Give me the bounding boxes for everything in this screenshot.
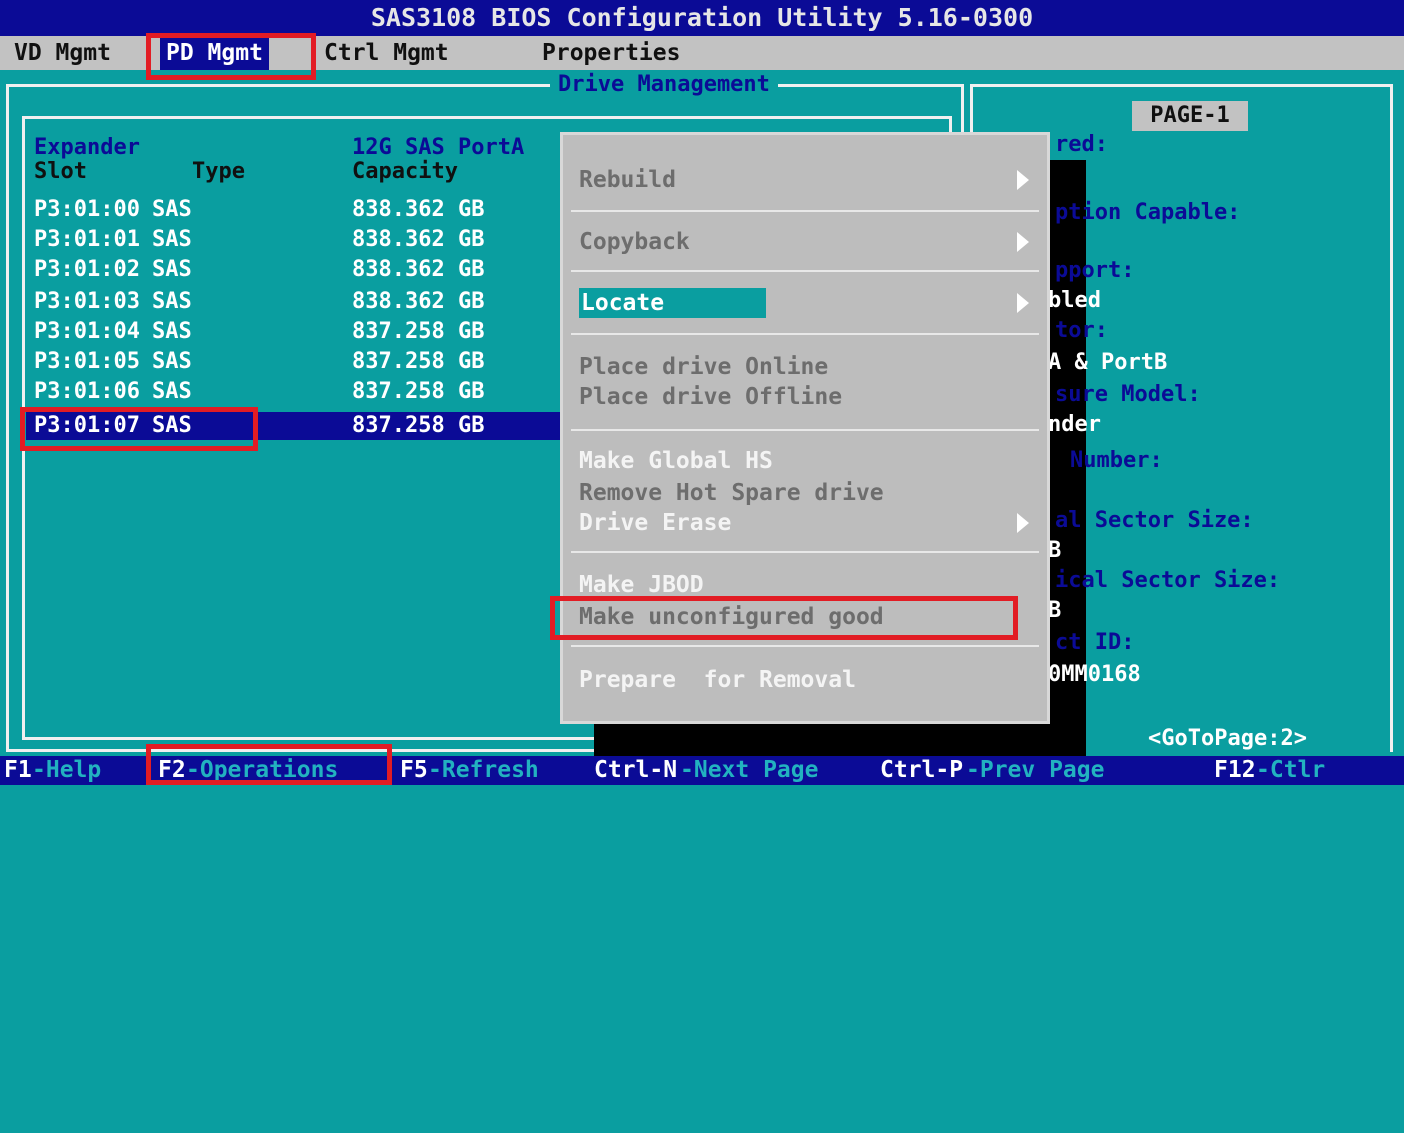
goto-page-link[interactable]: <GoToPage:2>	[1148, 724, 1307, 754]
panel-border-left	[6, 84, 9, 752]
menu-separator	[571, 551, 1039, 553]
drive-slot: P3:01:05	[34, 349, 140, 374]
menu-item-make-global-hs[interactable]: Make Global HS	[579, 446, 773, 476]
drive-type: SAS	[152, 319, 192, 344]
table-row[interactable]: P3:01:04 SAS 837.258 GB	[34, 320, 574, 344]
drive-slot: P3:01:06	[34, 379, 140, 404]
drive-slot: P3:01:00	[34, 197, 140, 222]
expander-label: Expander	[34, 135, 140, 160]
drive-slot: P3:01:03	[34, 289, 140, 314]
menu-properties[interactable]: Properties	[542, 36, 680, 70]
detail-line: al Sector Size:	[1055, 508, 1254, 533]
panel-title: Drive Management	[550, 70, 778, 100]
menu-item-drive-erase[interactable]: Drive Erase	[579, 508, 731, 538]
highlight-selected-drive	[20, 407, 258, 451]
detail-value: bled	[1048, 288, 1101, 313]
port-label: 12G SAS PortA	[352, 135, 525, 160]
window-title: SAS3108 BIOS Configuration Utility 5.16-…	[0, 0, 1404, 36]
highlight-f2-operations	[146, 744, 392, 785]
detail-line: pport:	[1055, 258, 1135, 283]
drive-capacity: 838.362 GB	[352, 257, 485, 282]
menu-separator	[571, 210, 1039, 212]
table-row[interactable]: P3:01:02 SAS 838.362 GB	[34, 258, 574, 282]
menu-item-copyback[interactable]: Copyback	[579, 227, 690, 257]
submenu-arrow-icon	[1017, 513, 1029, 533]
key-f5-desc: -Refresh	[428, 757, 539, 783]
right-panel-border-top	[970, 84, 1390, 87]
key-f12: F12	[1214, 757, 1256, 783]
drive-slot: P3:01:04	[34, 319, 140, 344]
submenu-arrow-icon	[1017, 293, 1029, 313]
detail-line: sure Model:	[1055, 382, 1201, 407]
col-capacity: Capacity	[352, 159, 458, 184]
drive-type: SAS	[152, 379, 192, 404]
right-panel-border-right	[1390, 84, 1393, 752]
detail-value: A & PortB	[1048, 350, 1168, 375]
detail-line: Number:	[1070, 448, 1163, 473]
menu-item-place-online[interactable]: Place drive Online	[579, 352, 828, 382]
menu-separator	[571, 645, 1039, 647]
list-border-top	[22, 116, 952, 119]
menu-item-prepare-removal[interactable]: Prepare for Removal	[579, 665, 856, 695]
table-row[interactable]: P3:01:05 SAS 837.258 GB	[34, 350, 574, 374]
key-ctrl-n: Ctrl-N	[594, 757, 678, 783]
key-f12-desc: -Ctlr	[1256, 757, 1326, 783]
key-ctrl-p: Ctrl-P	[880, 757, 964, 783]
detail-line: red:	[1055, 132, 1108, 157]
table-row[interactable]: P3:01:00 SAS 838.362 GB	[34, 198, 574, 222]
menu-item-place-offline[interactable]: Place drive Offline	[579, 382, 842, 412]
detail-line: ct ID:	[1055, 630, 1135, 655]
key-f1-desc: -Help	[32, 757, 102, 783]
key-ctrl-p-desc: -Prev Page	[966, 757, 1105, 783]
highlight-make-unconfigured-good	[550, 596, 1018, 640]
key-f5: F5	[400, 757, 428, 783]
drive-slot: P3:01:02	[34, 257, 140, 282]
key-ctrl-n-desc: -Next Page	[680, 757, 819, 783]
detail-line: ption Capable:	[1055, 200, 1241, 225]
drive-type: SAS	[152, 349, 192, 374]
drive-capacity: 838.362 GB	[352, 197, 485, 222]
submenu-arrow-icon	[1017, 170, 1029, 190]
table-row[interactable]: P3:01:01 SAS 838.362 GB	[34, 228, 574, 252]
col-slot: Slot	[34, 159, 87, 184]
key-f1: F1	[4, 757, 32, 783]
detail-line: tor:	[1055, 318, 1108, 343]
col-type: Type	[192, 159, 245, 184]
submenu-arrow-icon	[1017, 232, 1029, 252]
table-row[interactable]: P3:01:03 SAS 838.362 GB	[34, 290, 574, 314]
detail-line: ical Sector Size:	[1055, 568, 1281, 593]
menu-item-locate[interactable]: Locate	[579, 288, 766, 318]
drive-slot: P3:01:01	[34, 227, 140, 252]
highlight-pd-mgmt	[146, 33, 316, 80]
drive-capacity: 837.258 GB	[352, 413, 485, 438]
drive-capacity: 837.258 GB	[352, 319, 485, 344]
menu-item-rebuild[interactable]: Rebuild	[579, 165, 676, 195]
drive-type: SAS	[152, 257, 192, 282]
drive-capacity: 837.258 GB	[352, 349, 485, 374]
popup-shadow-bottom	[594, 724, 1086, 756]
menu-vd-mgmt[interactable]: VD Mgmt	[14, 36, 111, 70]
detail-value: 0MM0168	[1048, 662, 1141, 687]
detail-value: nder	[1048, 412, 1101, 437]
page-label: PAGE-1	[1132, 101, 1248, 131]
panel-border-top	[6, 84, 964, 87]
menu-separator	[571, 333, 1039, 335]
menu-separator	[571, 429, 1039, 431]
drive-type: SAS	[152, 227, 192, 252]
drive-capacity: 838.362 GB	[352, 227, 485, 252]
table-row[interactable]: P3:01:06 SAS 837.258 GB	[34, 380, 574, 404]
drive-capacity: 838.362 GB	[352, 289, 485, 314]
drive-type: SAS	[152, 197, 192, 222]
menu-separator	[571, 270, 1039, 272]
menu-ctrl-mgmt[interactable]: Ctrl Mgmt	[324, 36, 449, 70]
drive-type: SAS	[152, 289, 192, 314]
menu-item-remove-hot-spare[interactable]: Remove Hot Spare drive	[579, 478, 884, 508]
drive-capacity: 837.258 GB	[352, 379, 485, 404]
